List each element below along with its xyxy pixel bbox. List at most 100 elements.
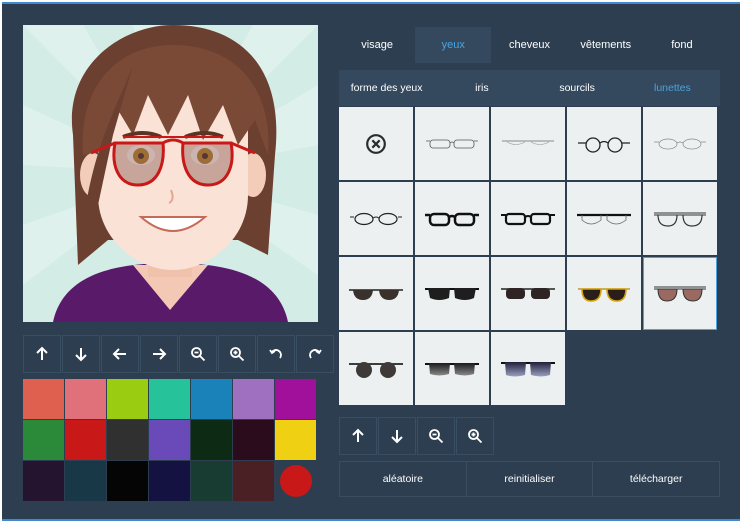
subtab-forme-des-yeux[interactable]: forme des yeux [339,70,434,106]
item-move-down-button[interactable] [378,417,416,455]
color-swatch[interactable] [149,461,190,501]
glasses-option[interactable] [339,332,413,405]
color-swatch[interactable] [107,461,148,501]
category-tabs: visage yeux cheveux vêtements fond [339,27,720,63]
gradient-sunglasses-icon [425,362,479,375]
pink-aviator-sunglasses-icon [654,286,706,302]
color-palette [23,379,316,501]
gold-aviator-sunglasses-icon [578,287,630,302]
oval-glasses-icon [350,212,402,225]
avatar-maker-app: visage yeux cheveux vêtements fond forme… [2,2,740,521]
color-swatch[interactable] [233,379,274,419]
round-sunglasses-icon [349,361,403,378]
arrow-up-icon [352,428,364,442]
arrow-down-icon [75,348,87,362]
zoom-in-icon [468,429,483,444]
zoom-out-button[interactable] [179,335,217,373]
tab-vetements[interactable]: vêtements [568,27,644,63]
color-swatch[interactable] [191,420,232,460]
glasses-option[interactable] [643,182,717,255]
current-color-indicator[interactable] [275,461,316,501]
color-swatch[interactable] [65,461,106,501]
tab-cheveux[interactable]: cheveux [491,27,567,63]
move-down-button[interactable] [62,335,100,373]
tab-fond[interactable]: fond [644,27,720,63]
action-bar: aléatoire reinitialiser télécharger [339,461,720,497]
glasses-option[interactable] [567,182,641,255]
glasses-option[interactable] [491,332,565,405]
color-swatch[interactable] [191,379,232,419]
tab-yeux[interactable]: yeux [415,27,492,63]
color-swatch[interactable] [275,420,316,460]
undo-button[interactable] [257,335,295,373]
reset-button[interactable]: reinitialiser [467,462,594,496]
subtab-sourcils[interactable]: sourcils [530,70,625,106]
color-swatch[interactable] [65,420,106,460]
glasses-options-grid [339,107,717,405]
glasses-option[interactable] [567,107,641,180]
color-swatch[interactable] [23,379,64,419]
glasses-option[interactable] [415,332,489,405]
subtab-iris[interactable]: iris [434,70,529,106]
arrow-up-icon [36,346,48,360]
aviator-thin-glasses-icon [654,212,706,227]
color-swatch[interactable] [23,420,64,460]
glasses-option[interactable] [339,182,413,255]
move-right-button[interactable] [140,335,178,373]
zoom-out-icon [429,429,444,444]
item-zoom-out-button[interactable] [417,417,455,455]
subtab-lunettes[interactable]: lunettes [625,70,720,106]
glasses-option[interactable] [415,257,489,330]
thick-black-glasses-icon [425,212,479,226]
color-swatch[interactable] [149,420,190,460]
glasses-option[interactable] [643,107,717,180]
color-swatch[interactable] [149,379,190,419]
item-move-up-button[interactable] [339,417,377,455]
color-swatch[interactable] [23,461,64,501]
random-button[interactable]: aléatoire [340,462,467,496]
redo-icon [309,349,322,359]
zoom-out-icon [191,347,206,362]
none-icon [366,133,386,154]
zoom-in-button[interactable] [218,335,256,373]
dark-sunglasses-icon [349,288,403,300]
color-swatch[interactable] [107,379,148,419]
move-up-button[interactable] [23,335,61,373]
subcategory-tabs: forme des yeux iris sourcils lunettes [339,70,720,106]
glasses-option[interactable] [491,107,565,180]
color-swatch[interactable] [233,461,274,501]
glasses-option-selected[interactable] [643,257,717,330]
wayfarer-sunglasses-icon [425,287,479,300]
redo-button[interactable] [296,335,334,373]
color-swatch[interactable] [65,379,106,419]
item-controls [339,417,495,455]
item-zoom-in-button[interactable] [456,417,494,455]
current-color-dot [279,465,312,497]
glasses-option[interactable] [415,107,489,180]
thin-rectangular-glasses-icon [426,139,478,148]
move-left-button[interactable] [101,335,139,373]
glasses-option[interactable] [567,257,641,330]
arrow-right-icon [153,348,167,360]
color-swatch[interactable] [107,420,148,460]
preview-controls [23,335,335,373]
glasses-option-none[interactable] [339,107,413,180]
rimless-glasses-icon [502,140,554,145]
color-swatch[interactable] [233,420,274,460]
browline-glasses-icon [577,213,631,224]
avatar-preview [23,25,318,322]
zoom-in-icon [230,347,245,362]
glasses-option[interactable] [491,257,565,330]
round-glasses-icon [578,136,630,153]
color-swatch[interactable] [191,461,232,501]
mirrored-sunglasses-icon [501,361,555,376]
color-swatch[interactable] [275,379,316,419]
download-button[interactable]: télécharger [593,462,719,496]
avatar-illustration [23,25,318,322]
thin-oval-glasses-icon [654,138,706,149]
tab-visage[interactable]: visage [339,27,415,63]
glasses-option[interactable] [339,257,413,330]
glasses-option[interactable] [491,182,565,255]
black-rectangular-glasses-icon [501,212,555,225]
glasses-option[interactable] [415,182,489,255]
